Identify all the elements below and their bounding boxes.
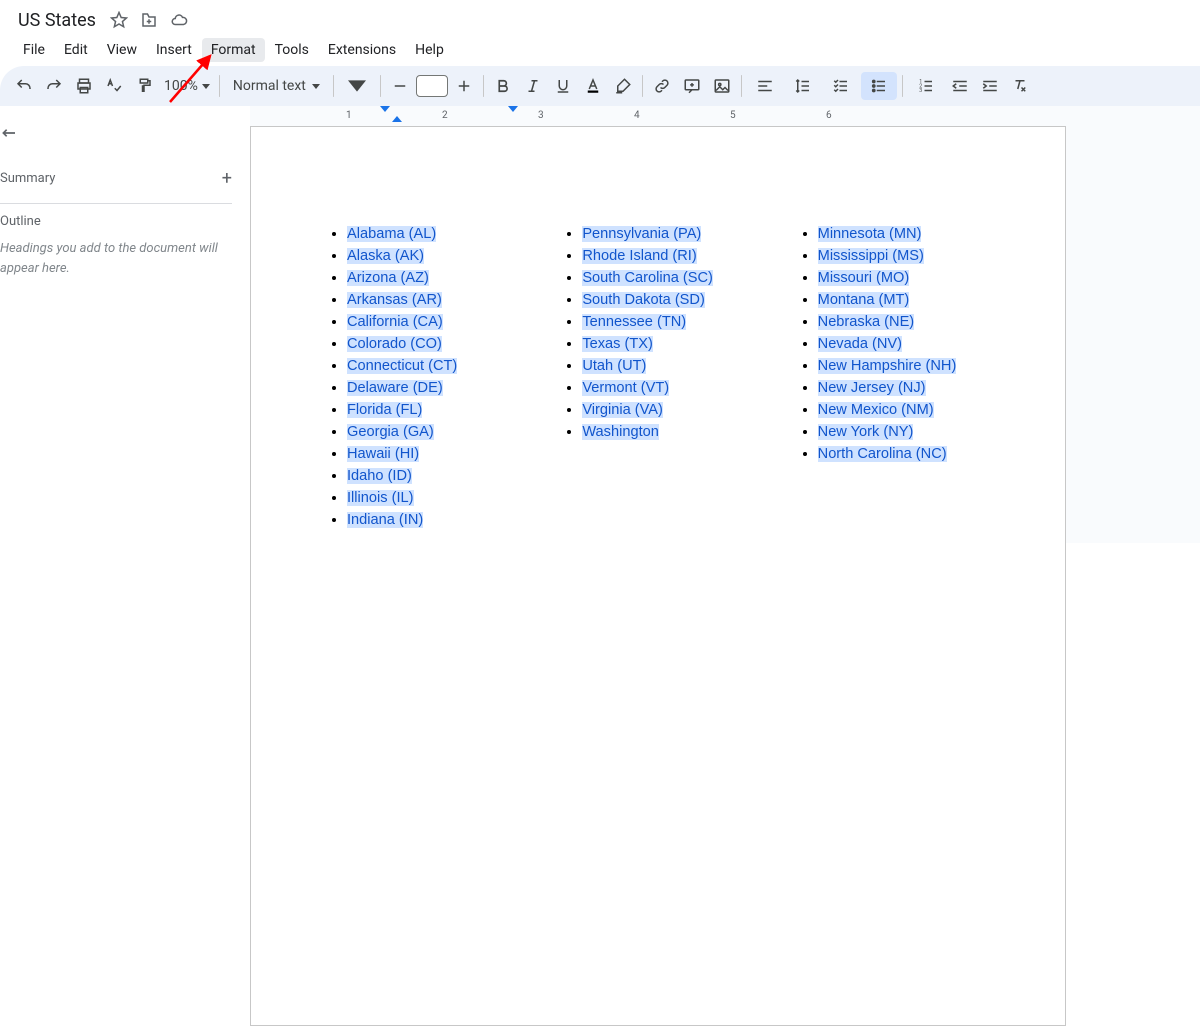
insert-link-button[interactable] [648,72,676,100]
list-item[interactable]: Delaware (DE) [347,377,522,399]
align-dropdown[interactable] [747,72,783,100]
paragraph-style-dropdown[interactable]: Normal text [225,78,328,94]
checklist-dropdown[interactable] [823,72,859,100]
list-item[interactable]: Minnesota (MN) [818,223,993,245]
zoom-dropdown[interactable]: 100% [160,78,214,94]
list-item[interactable]: Pennsylvania (PA) [582,223,757,245]
add-summary-button[interactable]: + [222,168,232,189]
bold-button[interactable] [489,72,517,100]
line-spacing-dropdown[interactable] [785,72,821,100]
menu-tools[interactable]: Tools [266,38,318,62]
list-item[interactable]: Texas (TX) [582,333,757,355]
menu-help[interactable]: Help [406,38,453,62]
summary-label: Summary [0,171,55,186]
list-item[interactable]: Connecticut (CT) [347,355,522,377]
increase-indent-button[interactable] [976,72,1004,100]
list-item[interactable]: Missouri (MO) [818,267,993,289]
menu-bar: FileEditViewInsertFormatToolsExtensionsH… [14,34,1200,66]
font-size-input[interactable] [416,75,448,97]
list-item[interactable]: North Carolina (NC) [818,443,993,465]
clear-formatting-button[interactable] [1006,72,1034,100]
list-item[interactable]: South Carolina (SC) [582,267,757,289]
star-icon[interactable] [108,9,130,31]
add-comment-button[interactable] [678,72,706,100]
separator [219,75,220,97]
bulleted-list-dropdown[interactable] [861,72,897,100]
list-item[interactable]: Nebraska (NE) [818,311,993,333]
list-item[interactable]: Arkansas (AR) [347,289,522,311]
menu-view[interactable]: View [98,38,146,62]
insert-image-button[interactable] [708,72,736,100]
list-item[interactable]: Arizona (AZ) [347,267,522,289]
menu-edit[interactable]: Edit [55,38,97,62]
cloud-status-icon[interactable] [168,9,190,31]
list-item[interactable]: Idaho (ID) [347,465,522,487]
outline-sidebar: Summary + Outline Headings you add to th… [0,106,250,543]
menu-insert[interactable]: Insert [147,38,201,62]
move-icon[interactable] [138,9,160,31]
list-item[interactable]: New Hampshire (NH) [818,355,993,377]
underline-button[interactable] [549,72,577,100]
separator [902,75,903,97]
list-item[interactable]: Florida (FL) [347,399,522,421]
document-title[interactable]: US States [14,8,100,33]
paint-format-button[interactable] [130,72,158,100]
separator [380,75,381,97]
spellcheck-button[interactable] [100,72,128,100]
text-color-button[interactable] [579,72,607,100]
separator [483,75,484,97]
list-item[interactable]: California (CA) [347,311,522,333]
decrease-indent-button[interactable] [946,72,974,100]
menu-format[interactable]: Format [202,38,265,62]
list-item[interactable]: New Jersey (NJ) [818,377,993,399]
toolbar: 100% Normal text 123 [0,66,1200,106]
list-item[interactable]: Hawaii (HI) [347,443,522,465]
italic-button[interactable] [519,72,547,100]
highlight-color-button[interactable] [609,72,637,100]
list-item[interactable]: Nevada (NV) [818,333,993,355]
list-item[interactable]: Washington [582,421,757,443]
list-item[interactable]: Alabama (AL) [347,223,522,245]
numbered-list-dropdown[interactable]: 123 [908,72,944,100]
list-item[interactable]: Illinois (IL) [347,487,522,509]
separator [741,75,742,97]
list-item[interactable]: Alaska (AK) [347,245,522,267]
list-item[interactable]: Mississippi (MS) [818,245,993,267]
menu-file[interactable]: File [14,38,54,62]
list-item[interactable]: Colorado (CO) [347,333,522,355]
list-item[interactable]: South Dakota (SD) [582,289,757,311]
list-item[interactable]: Vermont (VT) [582,377,757,399]
horizontal-ruler[interactable]: 123456 [250,106,1200,124]
outline-label: Outline [0,214,232,229]
menu-extensions[interactable]: Extensions [319,38,405,62]
list-item[interactable]: Rhode Island (RI) [582,245,757,267]
separator [642,75,643,97]
list-item[interactable]: New Mexico (NM) [818,399,993,421]
document-page[interactable]: Alabama (AL)Alaska (AK)Arizona (AZ)Arkan… [250,126,1066,1026]
svg-text:3: 3 [919,88,922,94]
list-item[interactable]: New York (NY) [818,421,993,443]
undo-button[interactable] [10,72,38,100]
redo-button[interactable] [40,72,68,100]
list-item[interactable]: Montana (MT) [818,289,993,311]
list-item[interactable]: Virginia (VA) [582,399,757,421]
list-item[interactable]: Tennessee (TN) [582,311,757,333]
list-item[interactable]: Utah (UT) [582,355,757,377]
list-item[interactable]: Indiana (IN) [347,509,522,531]
print-button[interactable] [70,72,98,100]
list-item[interactable]: Georgia (GA) [347,421,522,443]
outline-empty-hint: Headings you add to the document will ap… [0,239,232,278]
separator [333,75,334,97]
font-dropdown[interactable] [339,72,375,100]
font-size-decrease[interactable] [386,72,414,100]
font-size-increase[interactable] [450,72,478,100]
sidebar-collapse-button[interactable] [0,120,232,146]
